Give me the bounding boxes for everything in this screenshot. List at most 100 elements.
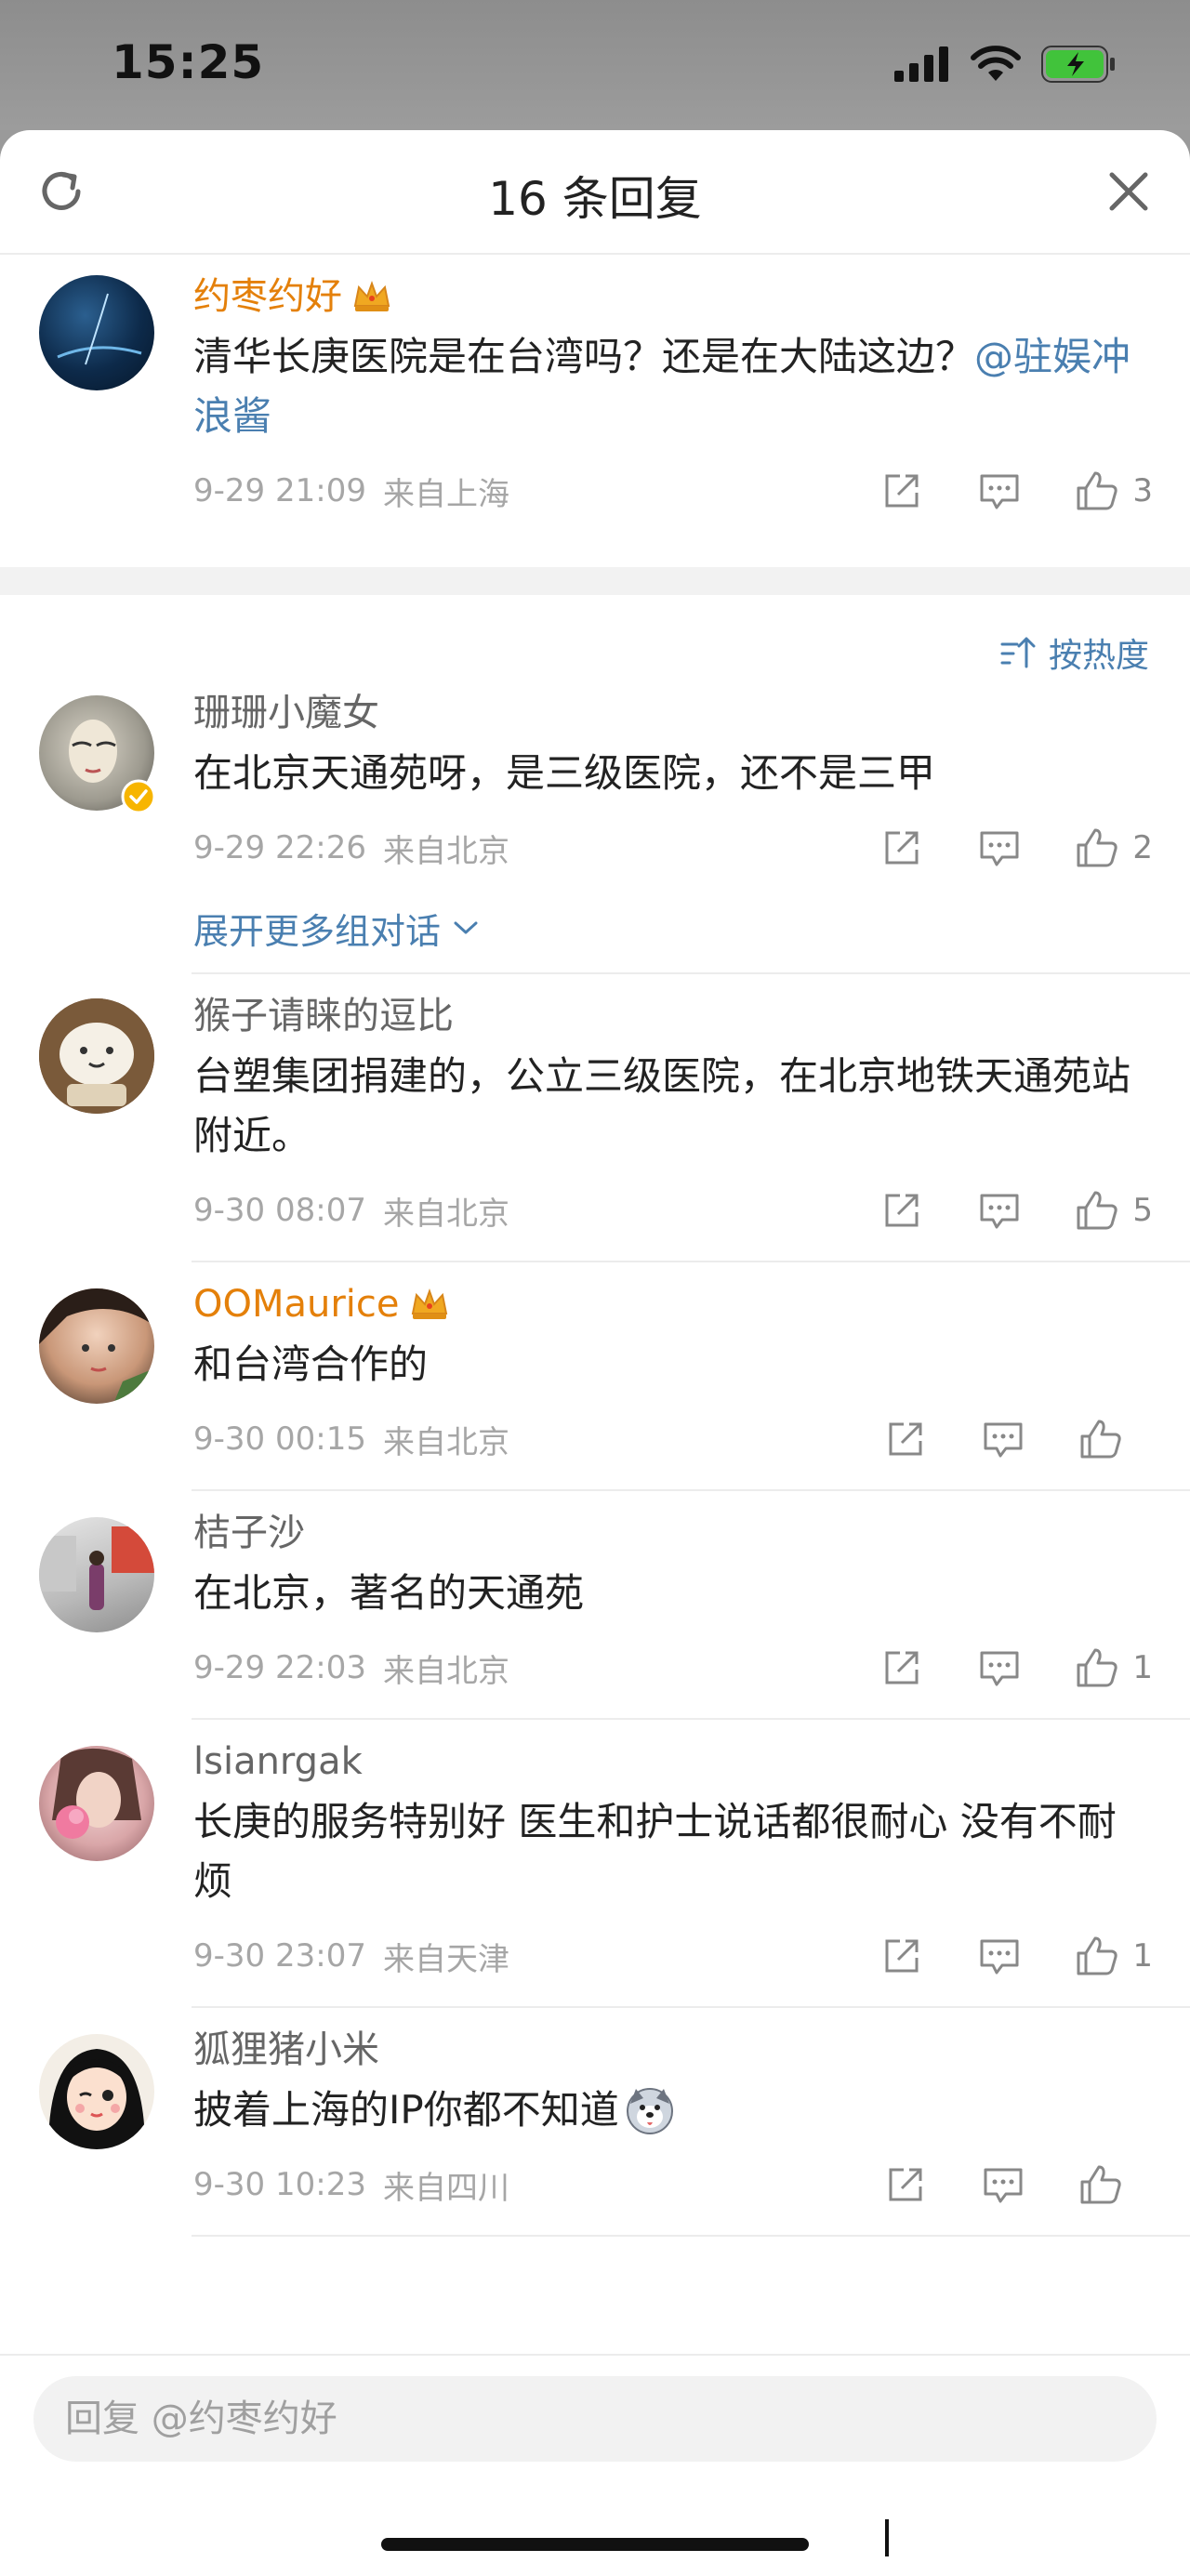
share-icon bbox=[885, 1194, 919, 1227]
share-button[interactable] bbox=[885, 2164, 926, 2205]
comment-actions bbox=[842, 1413, 1153, 1465]
sort-icon bbox=[1000, 637, 1036, 668]
root-comment: 约枣约好 清华长庚医院是在台湾吗？还是在大陆这边？@驻娱冲浪酱 9-29 21:… bbox=[0, 255, 1190, 567]
like-count: 1 bbox=[1132, 1937, 1153, 1975]
like-button[interactable]: 1 bbox=[1075, 1935, 1153, 1977]
comment-location: 来自北京 bbox=[382, 1423, 509, 1461]
avatar-image bbox=[57, 293, 142, 365]
comment-icon bbox=[980, 474, 1019, 509]
wifi-icon bbox=[971, 46, 1021, 81]
username-text: 约枣约好 bbox=[193, 275, 342, 318]
like-icon bbox=[1077, 1936, 1118, 1975]
comment-meta: 9-29 21:09 来自上海 3 bbox=[193, 454, 1190, 528]
comment-time: 9-30 10:23 bbox=[193, 2166, 366, 2203]
share-button[interactable] bbox=[885, 1419, 926, 1460]
reply-button[interactable] bbox=[982, 2164, 1025, 2205]
like-button[interactable] bbox=[1078, 1418, 1153, 1460]
reply-item: 桔子沙 在北京，著名的天通苑 9-29 22:03 来自北京 1 bbox=[0, 1491, 1190, 1718]
row-divider bbox=[192, 2235, 1190, 2237]
avatar-image bbox=[48, 2049, 145, 2149]
username[interactable]: 桔子沙 bbox=[193, 1508, 1190, 1558]
reply-bar bbox=[0, 2354, 1190, 2576]
avatar-image bbox=[52, 1748, 141, 1839]
status-time: 15:25 bbox=[112, 35, 265, 89]
avatar[interactable] bbox=[39, 1288, 154, 1404]
close-icon bbox=[1109, 172, 1148, 211]
like-icon bbox=[1080, 1420, 1121, 1459]
replies-sheet: 16 条回复 约枣约好 清华长庚医院是在台湾吗？还是在大陆这边？@驻娱冲浪酱 9… bbox=[0, 130, 1190, 2574]
avatar[interactable] bbox=[39, 1746, 154, 1861]
reply-item: 猴子请睐的逗比 台塑集团捐建的，公立三级医院，在北京地铁天通苑站附近。 9-30… bbox=[0, 974, 1190, 1261]
reply-button[interactable] bbox=[978, 1190, 1021, 1231]
sheet-title: 16 条回复 bbox=[488, 172, 702, 226]
like-button[interactable]: 5 bbox=[1075, 1189, 1153, 1232]
comment-icon bbox=[984, 2168, 1023, 2203]
husky-emoji-icon bbox=[626, 2088, 673, 2134]
close-button[interactable] bbox=[1101, 164, 1157, 219]
comment-location: 来自四川 bbox=[382, 2169, 509, 2207]
share-button[interactable] bbox=[881, 1647, 922, 1688]
like-button[interactable] bbox=[1078, 2163, 1153, 2206]
username[interactable]: OOMaurice bbox=[193, 1279, 1190, 1329]
comment-location: 来自北京 bbox=[382, 832, 509, 870]
share-button[interactable] bbox=[881, 1190, 922, 1231]
comment-actions: 2 bbox=[839, 822, 1153, 874]
comment-meta: 9-30 08:07 来自北京 5 bbox=[193, 1173, 1190, 1248]
avatar[interactable] bbox=[39, 1517, 154, 1632]
username[interactable]: 猴子请睐的逗比 bbox=[193, 991, 1190, 1041]
avatar[interactable] bbox=[39, 275, 154, 390]
like-count: 5 bbox=[1132, 1192, 1153, 1229]
expand-conversation-link[interactable]: 展开更多组对话 bbox=[193, 885, 1190, 971]
share-icon bbox=[885, 831, 919, 865]
reply-item: lsianrgak 长庚的服务特别好 医生和护士说话都很耐心 没有不耐烦 9-3… bbox=[0, 1720, 1190, 2006]
comment-text: 长庚的服务特别好 医生和护士说话都很耐心 没有不耐烦 bbox=[193, 1799, 1117, 1904]
avatar-image bbox=[39, 998, 154, 1114]
username[interactable]: 狐狸猪小米 bbox=[193, 2025, 1190, 2075]
like-icon bbox=[1077, 828, 1118, 867]
username-text: OOMaurice bbox=[193, 1283, 400, 1326]
home-indicator[interactable] bbox=[381, 2538, 809, 2551]
like-icon bbox=[1077, 1648, 1118, 1687]
reply-button[interactable] bbox=[982, 1419, 1025, 1460]
avatar-image bbox=[39, 1288, 154, 1404]
comment-meta: 9-30 23:07 来自天津 1 bbox=[193, 1919, 1190, 1993]
status-bar: 15:25 bbox=[0, 0, 1190, 130]
username[interactable]: lsianrgak bbox=[193, 1737, 1190, 1787]
reply-button[interactable] bbox=[978, 827, 1021, 868]
comment-actions: 5 bbox=[839, 1184, 1153, 1236]
like-icon bbox=[1077, 1191, 1118, 1230]
reply-input[interactable] bbox=[33, 2376, 1157, 2462]
like-button[interactable]: 2 bbox=[1075, 826, 1153, 869]
like-button[interactable]: 3 bbox=[1075, 469, 1153, 512]
comment-text: 清华长庚医院是在台湾吗？还是在大陆这边？@驻娱冲浪酱 bbox=[193, 327, 1190, 446]
comment-text: 台塑集团捐建的，公立三级医院，在北京地铁天通苑站附近。 bbox=[193, 1053, 1131, 1158]
comment-icon bbox=[980, 831, 1019, 866]
avatar[interactable] bbox=[39, 998, 154, 1114]
share-button[interactable] bbox=[881, 827, 922, 868]
username[interactable]: 珊珊小魔女 bbox=[193, 688, 1190, 738]
reply-button[interactable] bbox=[978, 1935, 1021, 1976]
reply-button[interactable] bbox=[978, 470, 1021, 511]
comment-text: 在北京，著名的天通苑 bbox=[193, 1570, 585, 1616]
share-icon bbox=[889, 2168, 922, 2201]
comment-location: 来自上海 bbox=[382, 475, 509, 513]
avatar[interactable] bbox=[39, 2034, 154, 2149]
chevron-down-icon bbox=[454, 921, 478, 934]
expand-label: 展开更多组对话 bbox=[193, 910, 442, 952]
reply-button[interactable] bbox=[978, 1647, 1021, 1688]
username[interactable]: 约枣约好 bbox=[193, 271, 1190, 322]
comment-meta: 9-30 10:23 来自四川 bbox=[193, 2147, 1190, 2222]
comment-location: 来自北京 bbox=[382, 1652, 509, 1690]
like-button[interactable]: 1 bbox=[1075, 1646, 1153, 1689]
reply-item: 狐狸猪小米 披着上海的IP你都不知道 9-30 10:23 来自四川 bbox=[0, 2008, 1190, 2235]
sort-button[interactable]: 按热度 bbox=[1000, 628, 1149, 677]
crown-icon bbox=[411, 1288, 447, 1319]
comment-icon bbox=[980, 1939, 1019, 1975]
status-icons bbox=[894, 41, 1116, 87]
share-button[interactable] bbox=[881, 1935, 922, 1976]
share-button[interactable] bbox=[881, 470, 922, 511]
comment-text: 和台湾合作的 bbox=[193, 1341, 429, 1387]
share-icon bbox=[889, 1422, 922, 1456]
share-icon bbox=[885, 1651, 919, 1684]
section-divider bbox=[0, 567, 1190, 595]
